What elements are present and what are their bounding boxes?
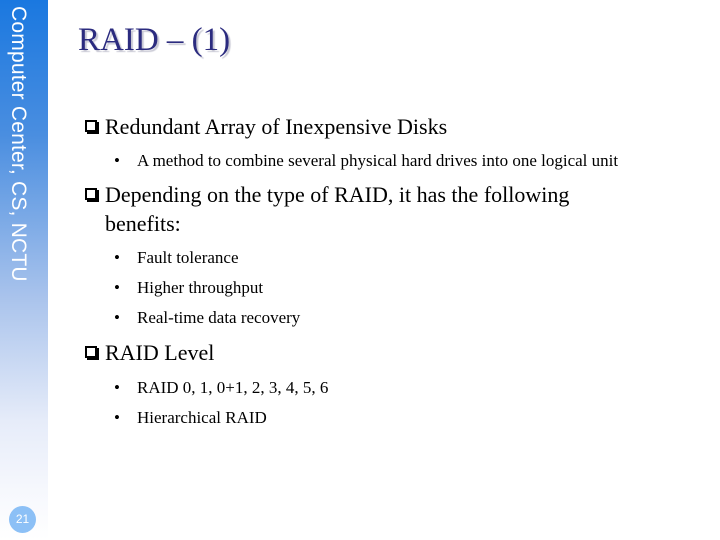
sub-bullet-item: • Hierarchical RAID — [84, 407, 684, 429]
dot-bullet-icon: • — [114, 248, 120, 267]
slide-content: Redundant Array of Inexpensive Disks • A… — [84, 112, 684, 427]
checkbox-bullet-icon — [85, 346, 97, 358]
checkbox-bullet-icon — [85, 188, 97, 200]
bullet-item: Depending on the type of RAID, it has th… — [84, 180, 645, 238]
slide-title: RAID – (1) — [78, 22, 231, 58]
sub-bullet-item: • Real-time data recovery — [84, 307, 684, 329]
sub-bullet-item: • Fault tolerance — [84, 247, 684, 269]
sub-bullet-item: • Higher throughput — [84, 277, 684, 299]
sub-bullet-text: Fault tolerance — [137, 248, 239, 267]
bullet-text: Depending on the type of RAID, it has th… — [105, 182, 570, 236]
organization-label: Computer Center, CS, NCTU — [7, 6, 30, 282]
bullet-item: RAID Level — [84, 338, 684, 367]
sub-bullet-text: Higher throughput — [137, 278, 264, 297]
sub-bullet-text: Real-time data recovery — [137, 308, 301, 327]
sub-bullet-text: RAID 0, 1, 0+1, 2, 3, 4, 5, 6 — [137, 378, 329, 397]
page-number-badge: 21 — [9, 506, 36, 533]
sub-bullet-text: Hierarchical RAID — [137, 408, 267, 427]
sub-bullet-item: • RAID 0, 1, 0+1, 2, 3, 4, 5, 6 — [84, 377, 684, 399]
sub-bullet-item: • A method to combine several physical h… — [84, 150, 647, 172]
bullet-text: Redundant Array of Inexpensive Disks — [105, 114, 448, 139]
dot-bullet-icon: • — [114, 278, 120, 297]
dot-bullet-icon: • — [114, 378, 120, 397]
bullet-item: Redundant Array of Inexpensive Disks — [84, 112, 684, 141]
bullet-text: RAID Level — [105, 340, 215, 365]
dot-bullet-icon: • — [114, 408, 120, 427]
dot-bullet-icon: • — [114, 151, 120, 170]
dot-bullet-icon: • — [114, 308, 120, 327]
checkbox-bullet-icon — [85, 120, 97, 132]
sidebar-banner: Computer Center, CS, NCTU — [0, 0, 48, 540]
sub-bullet-text: A method to combine several physical har… — [137, 151, 619, 170]
